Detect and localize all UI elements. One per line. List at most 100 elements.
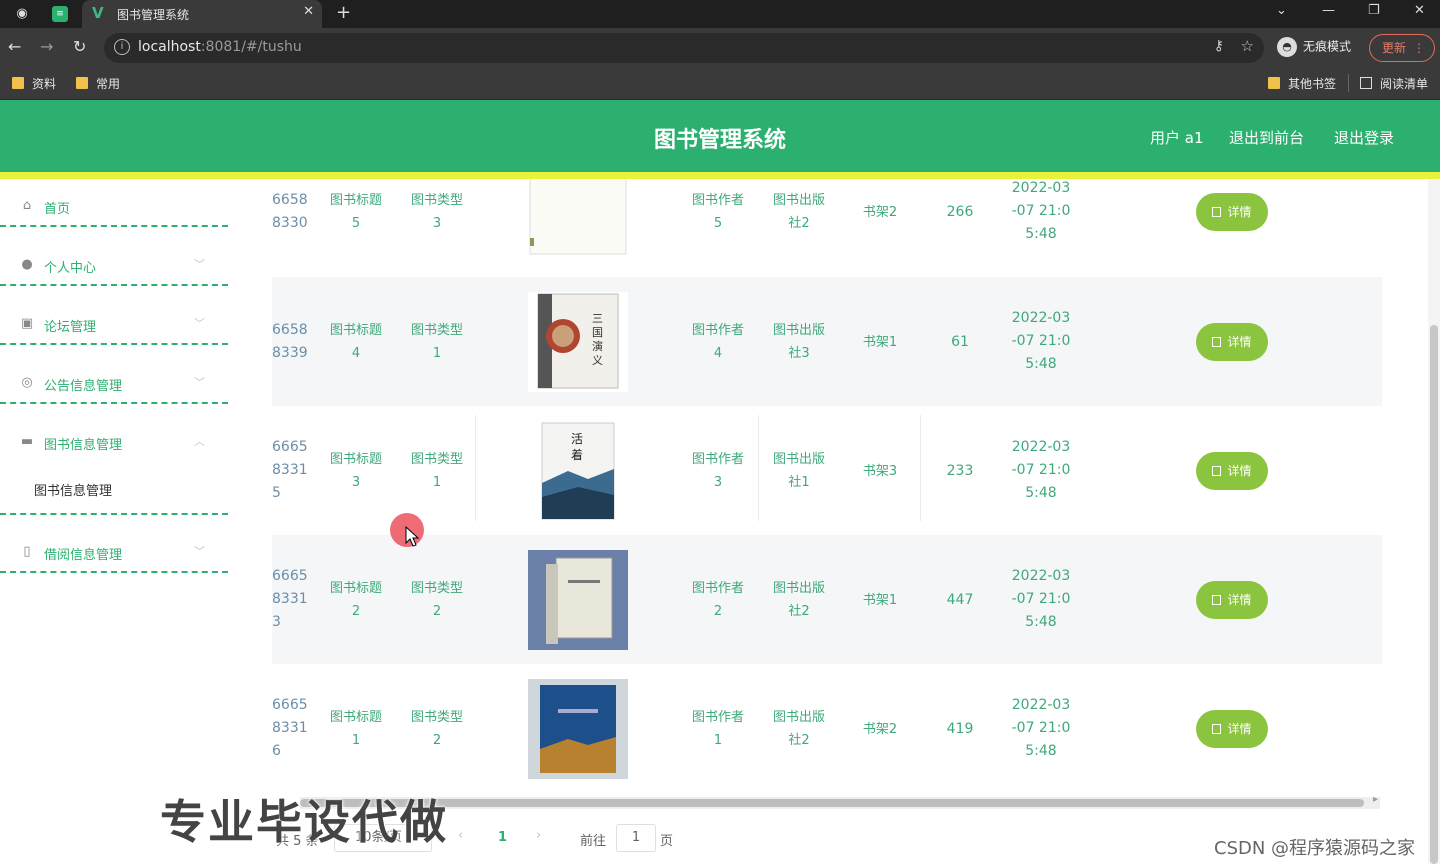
column-divider bbox=[758, 415, 759, 521]
tab-search-icon[interactable]: ⌄ bbox=[1276, 3, 1287, 18]
book-cover-image bbox=[529, 179, 627, 255]
new-tab-icon[interactable]: + bbox=[336, 2, 351, 23]
book-cover-image bbox=[528, 550, 628, 650]
cell-type: 图书类型2 bbox=[410, 710, 463, 748]
bookmark-folder[interactable]: 常用 bbox=[76, 75, 120, 92]
app-title: 图书管理系统 bbox=[653, 128, 786, 153]
password-key-icon[interactable]: ⚷ bbox=[1214, 38, 1224, 54]
page-number-current[interactable]: 1 bbox=[498, 830, 507, 845]
header-accent-bar bbox=[0, 172, 1440, 179]
sidebar-item-personal[interactable]: ● 个人中心 ﹀ bbox=[0, 246, 228, 286]
back-to-front-link[interactable]: 退出到前台 bbox=[1229, 127, 1304, 148]
minimize-icon[interactable]: — bbox=[1322, 3, 1335, 18]
cell-shelf: 书架1 bbox=[862, 593, 898, 608]
svg-text:国: 国 bbox=[592, 326, 603, 339]
cell-id: 666583315 bbox=[272, 439, 308, 501]
svg-text:活: 活 bbox=[571, 432, 583, 446]
user-icon: ● bbox=[21, 257, 33, 272]
csdn-watermark: CSDN @程序猿源码之家 bbox=[1214, 838, 1416, 859]
detail-icon bbox=[1212, 207, 1222, 217]
browser-tab[interactable]: V 图书管理系统 ✕ bbox=[82, 0, 322, 28]
scrollbar-thumb[interactable] bbox=[1430, 325, 1438, 864]
forum-icon: ▣ bbox=[20, 316, 34, 331]
vue-logo-icon: V bbox=[92, 4, 104, 22]
incognito-indicator[interactable]: ◓ 无痕模式 bbox=[1277, 37, 1351, 57]
cell-shelf: 书架2 bbox=[862, 205, 898, 220]
window-close-icon[interactable]: ✕ bbox=[1414, 3, 1425, 18]
extension-icon[interactable]: ≡ bbox=[52, 6, 68, 22]
detail-button[interactable]: 详情 bbox=[1196, 710, 1268, 748]
folder-icon bbox=[12, 77, 24, 89]
scrollbar-thumb[interactable] bbox=[300, 799, 1364, 807]
cell-author: 图书作者3 bbox=[691, 452, 744, 490]
back-icon[interactable]: ← bbox=[8, 37, 21, 56]
cell-author: 图书作者5 bbox=[691, 193, 744, 231]
cell-date: 2022-03-07 21:05:48 bbox=[1011, 310, 1071, 372]
cell-date: 2022-03-07 21:05:48 bbox=[1011, 180, 1071, 242]
bookmark-folder[interactable]: 资料 bbox=[12, 75, 56, 92]
detail-icon bbox=[1212, 466, 1222, 476]
cell-id: 66588339 bbox=[272, 322, 308, 361]
cell-title: 图书标题4 bbox=[329, 323, 382, 361]
folder-icon bbox=[76, 77, 88, 89]
sidebar-item-borrow[interactable]: ▯ 借阅信息管理 ﹀ bbox=[0, 533, 228, 573]
horizontal-scrollbar[interactable]: ▸ bbox=[300, 794, 1380, 809]
logout-link[interactable]: 退出登录 bbox=[1334, 127, 1394, 148]
cell-id: 666583316 bbox=[272, 697, 308, 759]
cell-type: 图书类型1 bbox=[410, 452, 463, 490]
cell-author: 图书作者2 bbox=[691, 581, 744, 619]
sidebar-item-notice[interactable]: ◎ 公告信息管理 ﹀ bbox=[0, 364, 228, 404]
sidebar-subitem-book-info[interactable]: 图书信息管理 bbox=[34, 480, 112, 499]
other-bookmarks[interactable]: 其他书签 bbox=[1268, 75, 1336, 92]
user-label: 用户 a1 bbox=[1150, 129, 1204, 147]
home-icon: ⌂ bbox=[22, 198, 32, 213]
reload-icon[interactable]: ↻ bbox=[73, 37, 86, 56]
svg-text:着: 着 bbox=[571, 447, 583, 462]
forward-icon[interactable]: → bbox=[40, 37, 53, 56]
vertical-scrollbar[interactable] bbox=[1428, 179, 1440, 864]
restore-icon[interactable]: ❐ bbox=[1368, 3, 1380, 18]
app-header: 图书管理系统 用户 a1 退出到前台 退出登录 bbox=[0, 100, 1440, 179]
sidebar-item-label: 论坛管理 bbox=[44, 320, 97, 335]
sidebar-item-forum[interactable]: ▣ 论坛管理 ﹀ bbox=[0, 305, 228, 345]
detail-button[interactable]: 详情 bbox=[1196, 581, 1268, 619]
reading-list[interactable]: 阅读清单 bbox=[1360, 75, 1428, 92]
browser-menu-icon[interactable]: ◉ bbox=[12, 4, 32, 24]
column-divider bbox=[475, 415, 476, 521]
goto-page-input[interactable]: 1 bbox=[616, 824, 656, 852]
detail-icon bbox=[1212, 724, 1222, 734]
cell-author: 图书作者4 bbox=[691, 323, 744, 361]
bookmark-star-icon[interactable]: ☆ bbox=[1241, 37, 1254, 55]
cell-type: 图书类型2 bbox=[410, 581, 463, 619]
sidebar-item-books[interactable]: ▬ 图书信息管理 ︿ bbox=[0, 423, 228, 515]
scroll-right-icon[interactable]: ▸ bbox=[1373, 794, 1378, 805]
detail-icon bbox=[1212, 337, 1222, 347]
cell-type: 图书类型3 bbox=[410, 193, 463, 231]
cell-stock: 61 bbox=[951, 334, 969, 350]
cell-stock: 266 bbox=[946, 204, 974, 220]
cell-shelf: 书架3 bbox=[862, 464, 898, 479]
more-icon[interactable]: ⋮ bbox=[1413, 35, 1425, 61]
detail-button[interactable]: 详情 bbox=[1196, 452, 1268, 490]
table-row: 666583315 图书标题3 图书类型1 活 着 图书作者3 图书出版社1 书… bbox=[272, 406, 1382, 535]
sidebar: ⌂ 首页 ● 个人中心 ﹀ ▣ 论坛管理 ﹀ ◎ 公告信息管理 ﹀ ▬ 图书信息… bbox=[0, 179, 232, 864]
book-cover-image: 活 着 bbox=[528, 421, 628, 521]
sidebar-item-label: 首页 bbox=[44, 202, 71, 217]
site-info-icon[interactable]: i bbox=[114, 39, 130, 55]
prev-page-icon[interactable]: ‹ bbox=[458, 828, 463, 843]
tab-close-icon[interactable]: ✕ bbox=[303, 4, 314, 19]
bookmark-separator bbox=[1348, 74, 1349, 92]
sidebar-item-label: 公告信息管理 bbox=[44, 379, 123, 394]
chevron-down-icon: ﹀ bbox=[194, 376, 205, 389]
sidebar-item-home[interactable]: ⌂ 首页 bbox=[0, 187, 228, 227]
detail-button[interactable]: 详情 bbox=[1196, 323, 1268, 361]
update-button[interactable]: 更新 ⋮ bbox=[1369, 34, 1435, 62]
detail-button[interactable]: 详情 bbox=[1196, 193, 1268, 231]
cell-type: 图书类型1 bbox=[410, 323, 463, 361]
url-input[interactable]: i localhost:8081/#/tushu ⚷ ☆ bbox=[104, 33, 1264, 63]
monitor-icon: ▬ bbox=[20, 434, 34, 449]
cell-date: 2022-03-07 21:05:48 bbox=[1011, 568, 1071, 630]
chevron-down-icon: ﹀ bbox=[194, 545, 205, 558]
next-page-icon[interactable]: › bbox=[536, 828, 541, 843]
cell-stock: 447 bbox=[946, 592, 974, 608]
